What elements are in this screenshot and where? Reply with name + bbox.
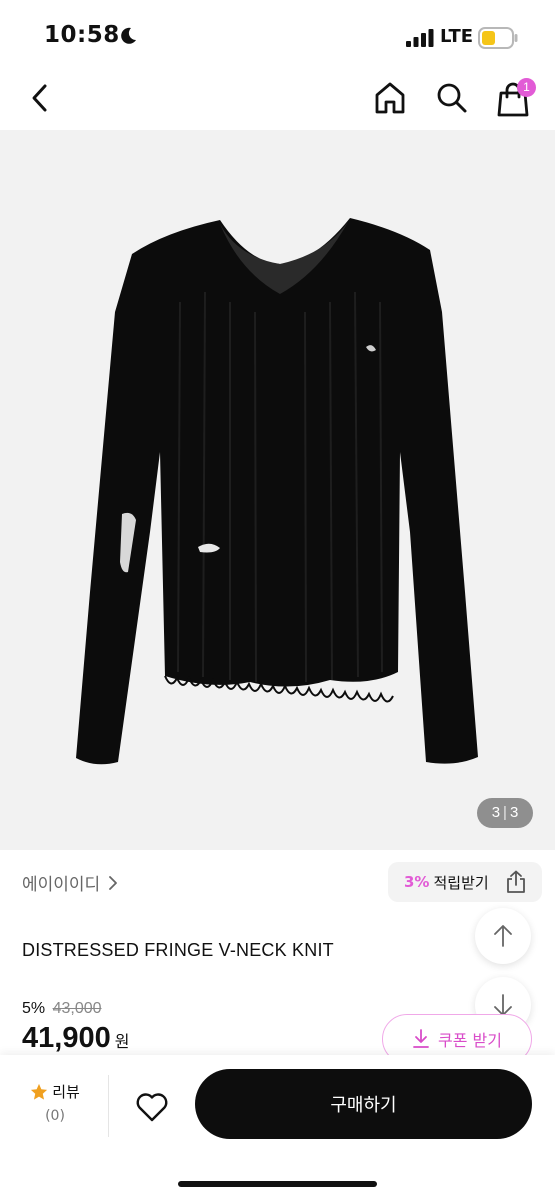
back-icon	[32, 84, 47, 112]
brand-link[interactable]: 에이이이디	[22, 870, 120, 895]
review-top: 리뷰	[22, 1081, 88, 1102]
brand-row: 에이이이디 3% 적립받기	[0, 850, 555, 914]
arrow-up-icon	[494, 925, 512, 947]
brand-name: 에이이이디	[22, 875, 101, 895]
review-button[interactable]: 리뷰 (0)	[22, 1081, 88, 1124]
moon-icon	[121, 27, 136, 44]
cart-badge: 1	[517, 78, 536, 97]
heart-icon[interactable]	[134, 1089, 170, 1125]
buy-button[interactable]: 구매하기	[195, 1069, 532, 1139]
search-icon[interactable]	[434, 80, 470, 116]
original-price: 43,000	[52, 1000, 102, 1017]
product-image	[76, 218, 478, 765]
product-title: DISTRESSED FRINGE V-NECK KNIT	[22, 940, 334, 960]
status-bar: 10:58 LTE	[0, 0, 555, 68]
network-label: LTE	[440, 26, 474, 47]
discount-row: 5% 43,000	[22, 1000, 129, 1018]
download-icon	[413, 1029, 429, 1048]
star-icon	[31, 1083, 48, 1100]
status-time: 10:58	[44, 22, 120, 48]
home-icon[interactable]	[372, 80, 408, 116]
final-price: 41,900	[22, 1022, 111, 1054]
points-label: 적립받기	[433, 873, 489, 892]
image-counter-total: 3	[509, 804, 519, 821]
scroll-up-button[interactable]	[475, 908, 531, 964]
discount-rate: 5%	[22, 1000, 46, 1017]
signal-icon	[406, 29, 434, 47]
review-count: (0)	[45, 1108, 65, 1124]
points-button[interactable]: 3% 적립받기	[388, 862, 542, 902]
points-rate: 3%	[404, 873, 430, 891]
image-counter-current: 3	[491, 804, 501, 821]
home-indicator	[178, 1181, 377, 1187]
image-counter: 3 | 3	[477, 798, 533, 828]
image-counter-separator: |	[503, 804, 507, 821]
back-button[interactable]	[22, 80, 58, 116]
currency-label: 원	[114, 1032, 130, 1051]
divider	[108, 1075, 109, 1137]
product-image-gallery[interactable]: 3 | 3	[0, 130, 555, 850]
review-label: 리뷰	[52, 1083, 80, 1101]
coupon-label: 쿠폰 받기	[438, 1031, 502, 1050]
bottom-action-bar: 리뷰 (0) 구매하기	[0, 1055, 555, 1200]
cart-button[interactable]: 1	[496, 78, 536, 118]
top-navigation: 1	[0, 68, 555, 130]
battery-icon	[478, 27, 518, 49]
share-icon[interactable]	[504, 870, 528, 894]
final-price-row: 41,900 원	[22, 1022, 129, 1055]
chevron-right-icon	[109, 875, 118, 890]
price-block: 5% 43,000 41,900 원	[22, 1000, 129, 1055]
